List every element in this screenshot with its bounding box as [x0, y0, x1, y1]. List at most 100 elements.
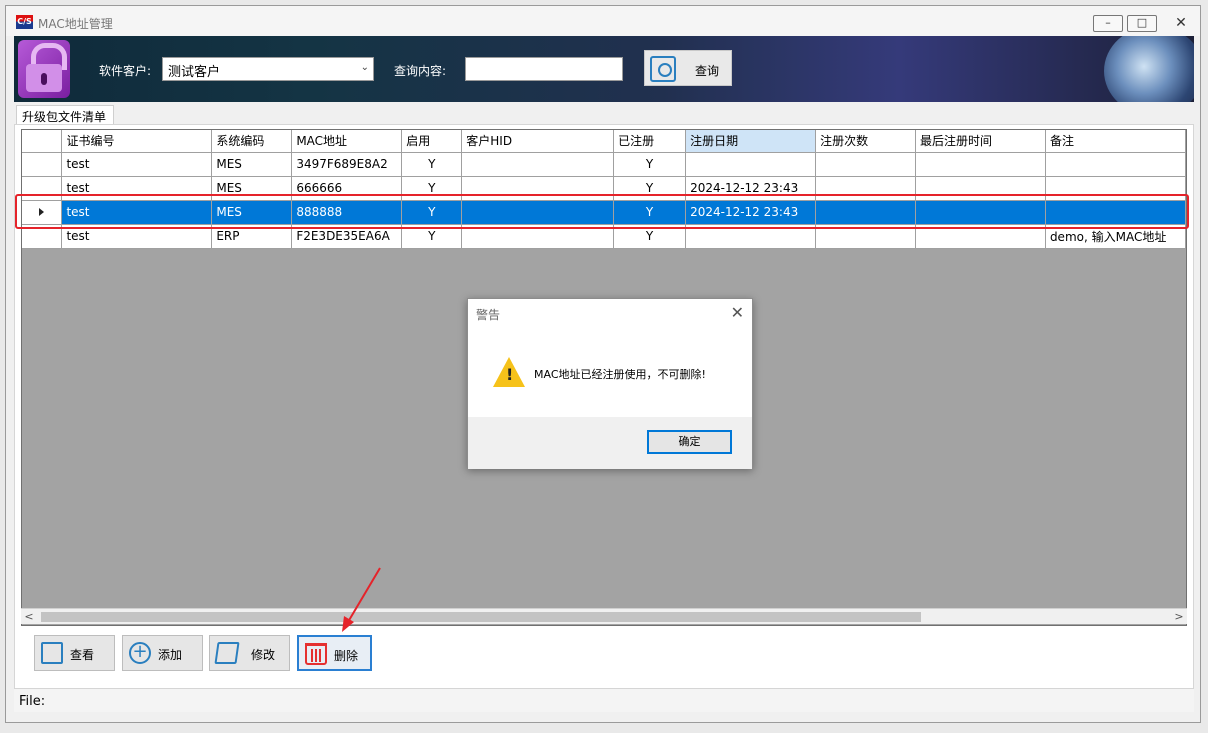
table-cell[interactable]: Y [613, 200, 687, 225]
view-button-label: 查看 [70, 648, 95, 662]
table-cell[interactable]: Y [401, 200, 463, 225]
scrollbar-thumb[interactable] [41, 612, 921, 622]
table-cell[interactable]: MES [211, 152, 293, 177]
table-cell[interactable] [1045, 200, 1186, 225]
col-header-register-date[interactable]: 注册日期 [685, 130, 817, 153]
current-row-icon [39, 208, 45, 216]
col-header-mac[interactable]: MAC地址 [291, 130, 403, 153]
close-button[interactable]: ✕ [1174, 15, 1188, 32]
col-header-last-register-time[interactable]: 最后注册时间 [915, 130, 1046, 153]
table-cell[interactable]: Y [401, 224, 463, 249]
table-cell[interactable]: 2024-12-12 23:43 [685, 200, 817, 225]
table-cell[interactable]: Y [613, 176, 687, 201]
col-header-system-code[interactable]: 系统编码 [211, 130, 293, 153]
row-selector[interactable] [22, 152, 63, 177]
table-cell[interactable]: 888888 [291, 200, 403, 225]
table-cell[interactable] [685, 224, 817, 249]
horizontal-scrollbar[interactable]: < > [21, 608, 1187, 624]
table-cell[interactable]: Y [401, 176, 463, 201]
table-cell[interactable] [685, 152, 817, 177]
table-row[interactable]: test MES 888888 Y Y 2024-12-12 23:43 [22, 200, 1186, 225]
table-cell[interactable]: Y [401, 152, 463, 177]
row-header-corner [22, 130, 63, 153]
table-cell[interactable]: 3497F689E8A2 [291, 152, 403, 177]
query-label: 查询内容: [394, 64, 447, 78]
header-banner: 软件客户: 测试客户 ⌄ 查询内容: 查询 [14, 36, 1194, 102]
dialog-message: MAC地址已经注册使用，不可删除! [534, 368, 706, 381]
warning-exclamation: ! [506, 365, 514, 384]
table-cell[interactable] [461, 152, 615, 177]
table-cell[interactable]: test [61, 200, 213, 225]
plus-icon: + [129, 642, 151, 664]
scroll-left-icon[interactable]: < [21, 609, 37, 625]
query-input[interactable] [465, 57, 623, 81]
table-row[interactable]: test MES 3497F689E8A2 Y Y [22, 152, 1186, 177]
table-cell[interactable]: 666666 [291, 176, 403, 201]
maximize-button[interactable]: □ [1127, 15, 1157, 32]
chevron-down-icon[interactable]: ⌄ [361, 62, 369, 73]
table-row[interactable]: test ERP F2E3DE35EA6A Y Ydemo, 输入MAC地址 [22, 224, 1186, 249]
table-cell[interactable]: ERP [211, 224, 293, 249]
table-cell[interactable] [915, 224, 1046, 249]
row-selector[interactable] [22, 224, 63, 249]
scroll-right-icon[interactable]: > [1171, 609, 1187, 625]
minimize-button[interactable]: – [1093, 15, 1123, 32]
status-bar: File: [14, 688, 1194, 712]
customer-select-value: 测试客户 [168, 65, 221, 80]
table-cell[interactable] [461, 176, 615, 201]
add-button[interactable]: + 添加 [122, 635, 203, 671]
table-cell[interactable] [461, 224, 615, 249]
app-icon: C/S [16, 15, 33, 29]
col-header-register-count[interactable]: 注册次数 [815, 130, 916, 153]
tab-upgrade-files[interactable]: 升级包文件清单 [16, 105, 114, 125]
lock-icon [18, 40, 70, 98]
table-cell[interactable]: test [61, 152, 213, 177]
search-icon [650, 56, 676, 82]
window-title: MAC地址管理 [38, 17, 113, 31]
table-cell[interactable] [915, 176, 1046, 201]
table-cell[interactable] [815, 224, 916, 249]
red-arrow-annotation [342, 567, 381, 632]
customer-select[interactable]: 测试客户 ⌄ [162, 57, 374, 81]
table-cell[interactable]: test [61, 224, 213, 249]
table-cell[interactable] [815, 152, 916, 177]
table-cell[interactable] [1045, 176, 1186, 201]
table-cell[interactable] [815, 176, 916, 201]
table-header-row: 证书编号 系统编码 MAC地址 启用 客户HID 已注册 注册日期 注册次数 最… [22, 130, 1186, 153]
dialog-title: 警告 [476, 308, 501, 322]
col-header-remark[interactable]: 备注 [1045, 130, 1186, 153]
table-cell[interactable]: MES [211, 200, 293, 225]
dialog-close-icon[interactable]: ✕ [731, 303, 744, 322]
table-row[interactable]: test MES 666666 Y Y 2024-12-12 23:43 [22, 176, 1186, 201]
table-cell[interactable]: 2024-12-12 23:43 [685, 176, 817, 201]
col-header-cert-no[interactable]: 证书编号 [61, 130, 213, 153]
table-cell[interactable]: Y [613, 152, 687, 177]
row-selector[interactable] [22, 176, 63, 201]
view-button[interactable]: 查看 [34, 635, 115, 671]
table-cell[interactable]: test [61, 176, 213, 201]
col-header-customer-hid[interactable]: 客户HID [461, 130, 615, 153]
planet-graphic [1104, 36, 1194, 102]
table-cell[interactable]: demo, 输入MAC地址 [1045, 224, 1186, 249]
table-cell[interactable] [915, 152, 1046, 177]
status-text: File: [19, 694, 46, 709]
edit-icon [214, 642, 240, 664]
add-button-label: 添加 [158, 648, 183, 662]
table-cell[interactable] [815, 200, 916, 225]
table-cell[interactable]: Y [613, 224, 687, 249]
search-button[interactable]: 查询 [644, 50, 732, 86]
table-cell[interactable] [461, 200, 615, 225]
customer-label: 软件客户: [99, 64, 152, 78]
delete-button[interactable]: 删除 [297, 635, 372, 671]
table-cell[interactable] [915, 200, 1046, 225]
table-cell[interactable]: MES [211, 176, 293, 201]
table-cell[interactable]: F2E3DE35EA6A [291, 224, 403, 249]
ok-button[interactable]: 确定 [647, 430, 732, 454]
search-button-label: 查询 [695, 64, 720, 78]
warning-dialog: 警告 ✕ ! MAC地址已经注册使用，不可删除! 确定 [467, 298, 753, 469]
col-header-registered[interactable]: 已注册 [613, 130, 687, 153]
row-selector[interactable] [22, 200, 63, 225]
col-header-enabled[interactable]: 启用 [401, 130, 463, 153]
edit-button[interactable]: 修改 [209, 635, 290, 671]
table-cell[interactable] [1045, 152, 1186, 177]
